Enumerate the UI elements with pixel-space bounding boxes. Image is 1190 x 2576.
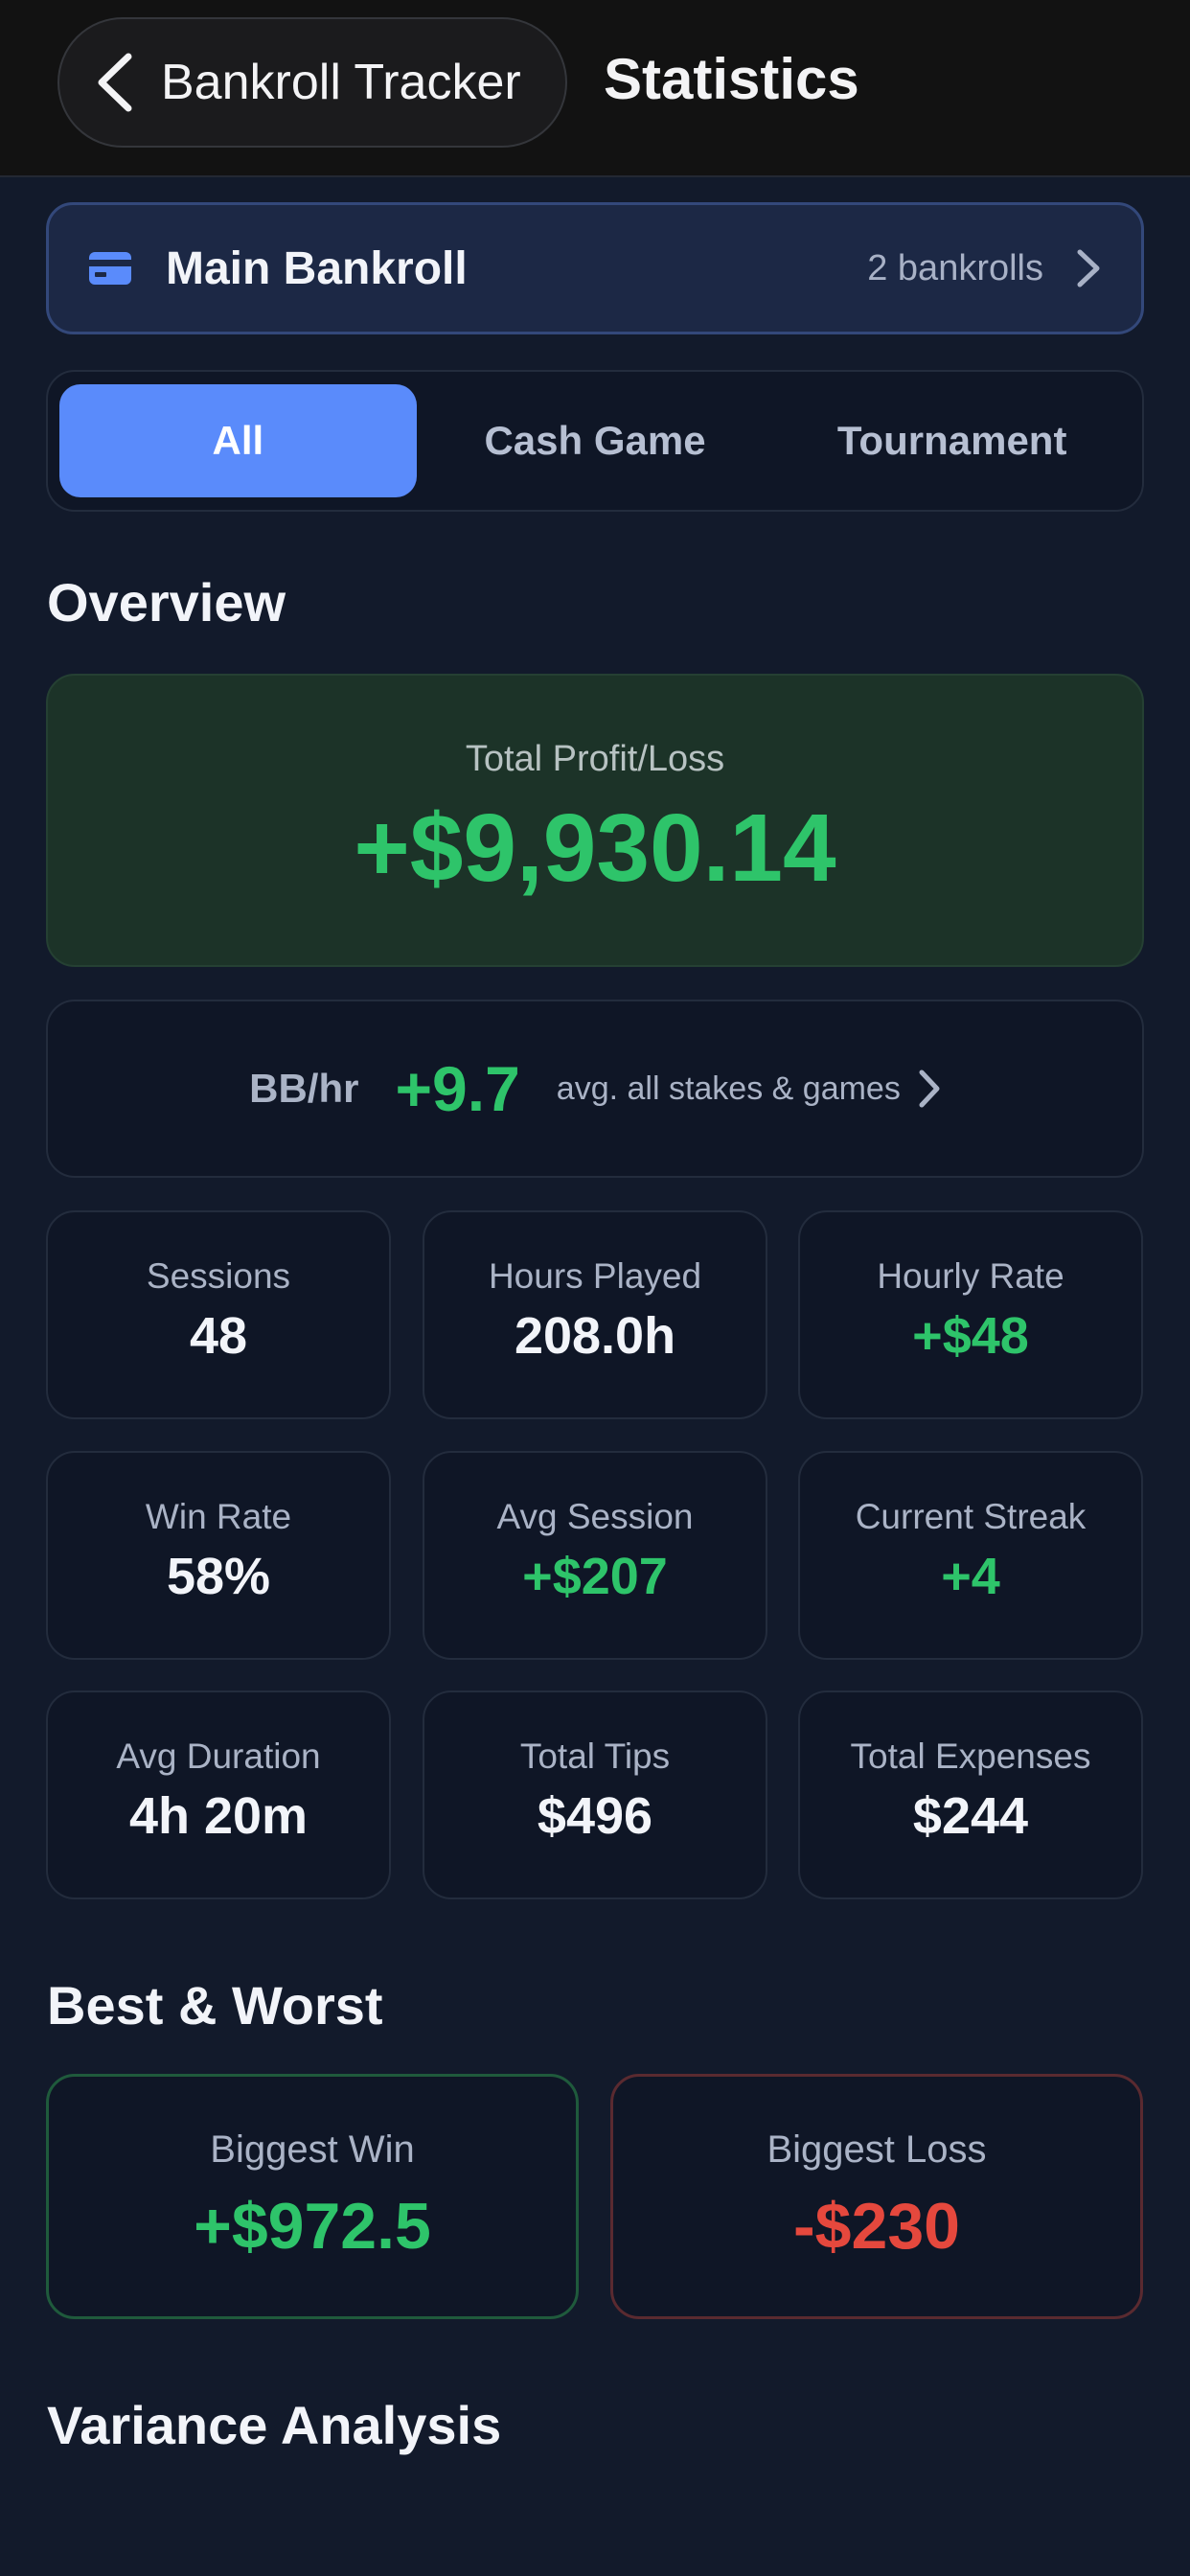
- stat-label: Avg Duration: [116, 1736, 321, 1776]
- biggest-win-value: +$972.5: [194, 2190, 431, 2263]
- biggest-loss-value: -$230: [793, 2190, 960, 2263]
- total-profit-loss-label: Total Profit/Loss: [465, 739, 725, 779]
- chevron-left-icon: [98, 53, 132, 112]
- stat-value: 208.0h: [514, 1307, 676, 1365]
- variance-analysis-heading: Variance Analysis: [47, 2395, 502, 2455]
- stat-label: Avg Session: [496, 1497, 694, 1536]
- bb-per-hour-card[interactable]: BB/hr +9.7 avg. all stakes & games: [46, 1000, 1144, 1178]
- back-button-label: Bankroll Tracker: [161, 55, 521, 110]
- stat-card-total-tips: Total Tips $496: [423, 1690, 767, 1899]
- stat-label: Hourly Rate: [877, 1256, 1064, 1296]
- page-title: Statistics: [604, 47, 859, 111]
- stat-card-win-rate: Win Rate 58%: [46, 1451, 391, 1660]
- bb-per-hour-label: BB/hr: [249, 1066, 359, 1111]
- biggest-win-label: Biggest Win: [210, 2128, 415, 2171]
- stat-card-hourly-rate: Hourly Rate +$48: [798, 1210, 1143, 1419]
- stat-card-avg-duration: Avg Duration 4h 20m: [46, 1690, 391, 1899]
- credit-card-icon: [89, 252, 131, 285]
- stat-value: 48: [189, 1307, 248, 1365]
- bb-per-hour-subtitle: avg. all stakes & games: [556, 1070, 901, 1107]
- bankroll-name: Main Bankroll: [166, 242, 468, 294]
- stat-value: +$207: [522, 1548, 668, 1605]
- stat-value: +$48: [912, 1307, 1029, 1365]
- stat-value: +4: [941, 1548, 1000, 1605]
- back-button[interactable]: Bankroll Tracker: [57, 17, 567, 148]
- segment-cash-game[interactable]: Cash Game: [417, 384, 774, 497]
- stat-card-sessions: Sessions 48: [46, 1210, 391, 1419]
- stat-label: Sessions: [146, 1256, 291, 1296]
- stat-value: 4h 20m: [128, 1787, 309, 1845]
- bankroll-count: 2 bankrolls: [867, 247, 1043, 288]
- segment-all[interactable]: All: [59, 384, 417, 497]
- bankroll-selector[interactable]: Main Bankroll 2 bankrolls: [46, 202, 1144, 334]
- stat-card-current-streak: Current Streak +4: [798, 1451, 1143, 1660]
- biggest-win-card: Biggest Win +$972.5: [46, 2074, 579, 2319]
- chevron-right-icon: [919, 1070, 940, 1108]
- stat-label: Current Streak: [855, 1497, 1087, 1536]
- bb-per-hour-value: +9.7: [395, 1053, 520, 1124]
- stat-card-hours-played: Hours Played 208.0h: [423, 1210, 767, 1419]
- stat-card-total-expenses: Total Expenses $244: [798, 1690, 1143, 1899]
- game-type-segmented-control: All Cash Game Tournament: [46, 370, 1144, 512]
- total-profit-loss-value: +$9,930.14: [354, 794, 836, 902]
- biggest-loss-card: Biggest Loss -$230: [610, 2074, 1143, 2319]
- biggest-loss-label: Biggest Loss: [767, 2128, 987, 2171]
- overview-heading: Overview: [47, 572, 286, 632]
- stat-label: Hours Played: [488, 1256, 702, 1296]
- top-bar: Bankroll Tracker Statistics: [0, 0, 1190, 177]
- total-profit-loss-card: Total Profit/Loss +$9,930.14: [46, 674, 1144, 967]
- stat-label: Total Tips: [519, 1736, 671, 1776]
- chevron-right-icon: [1077, 249, 1100, 288]
- best-worst-heading: Best & Worst: [47, 1975, 383, 2036]
- segment-tournament[interactable]: Tournament: [773, 384, 1131, 497]
- stat-card-avg-session: Avg Session +$207: [423, 1451, 767, 1660]
- stat-label: Win Rate: [145, 1497, 292, 1536]
- stat-value: $244: [912, 1787, 1029, 1845]
- stat-label: Total Expenses: [850, 1736, 1091, 1776]
- stat-value: $496: [537, 1787, 653, 1845]
- stat-value: 58%: [166, 1548, 271, 1605]
